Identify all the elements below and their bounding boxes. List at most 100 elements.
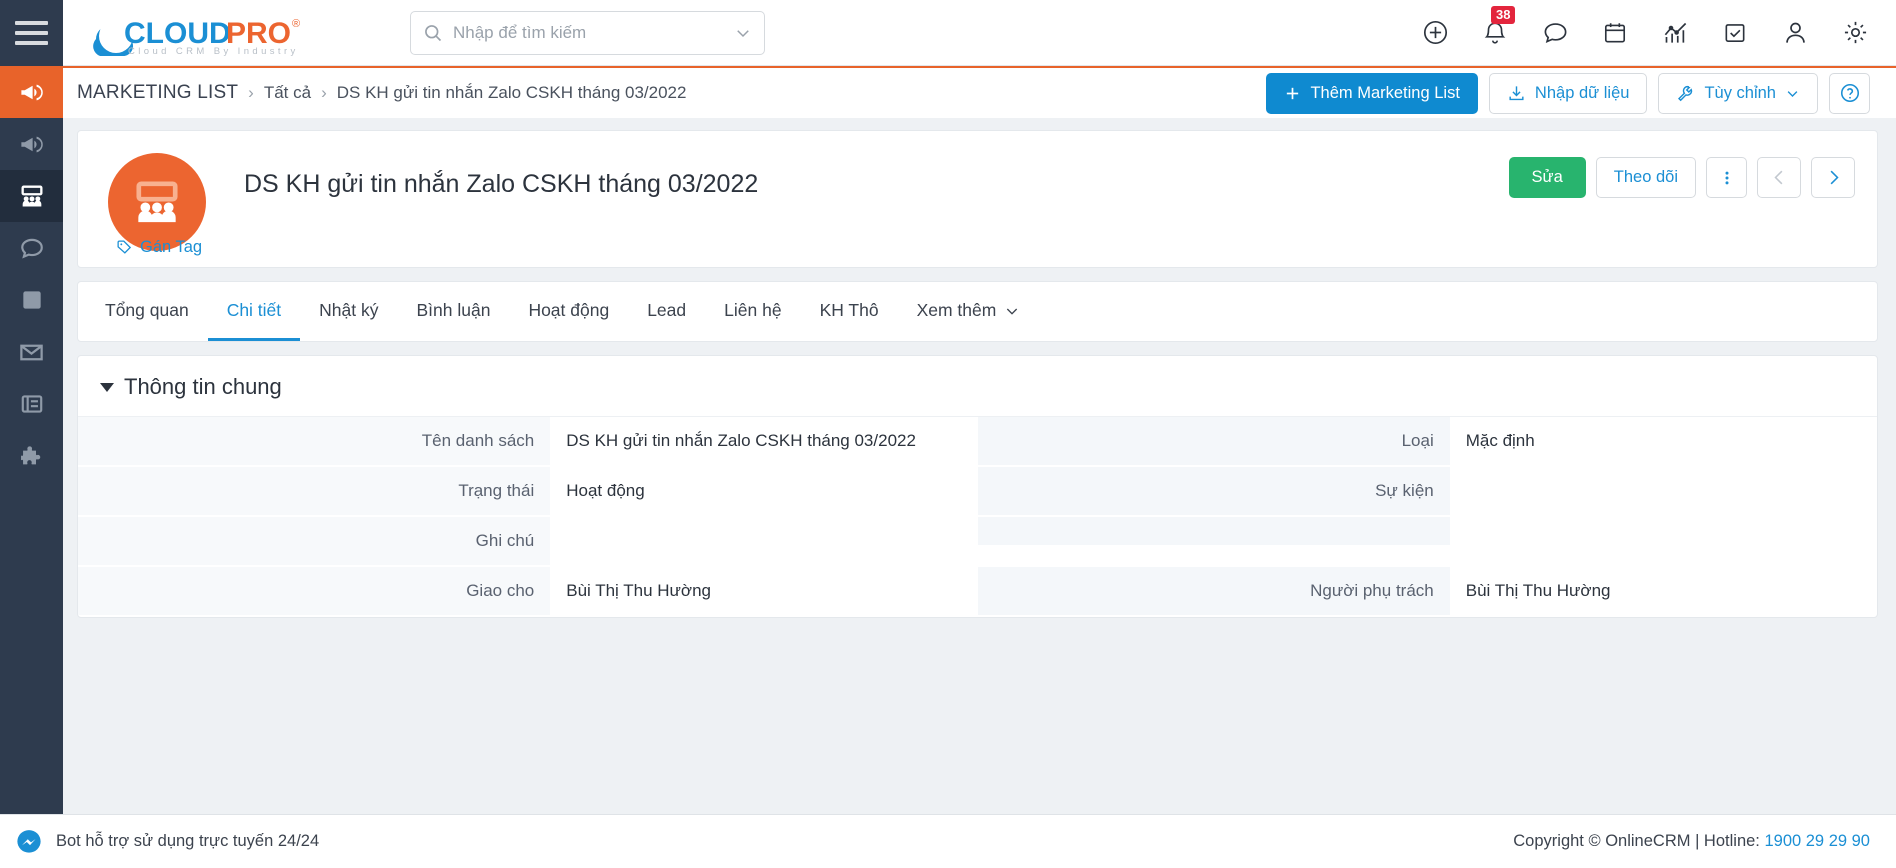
rail-item-page[interactable] <box>0 274 63 326</box>
field-label: Loại <box>977 417 1450 465</box>
field-row: Sự kiện <box>977 467 1878 517</box>
body-row: MARKETING LIST › Tất cả › DS KH gửi tin … <box>0 66 1896 814</box>
field-value <box>550 517 977 545</box>
tab-label: Bình luận <box>416 300 491 320</box>
rail-item-email[interactable] <box>0 326 63 378</box>
help-button[interactable] <box>1829 72 1870 114</box>
hotline-link[interactable]: 1900 29 29 90 <box>1764 832 1870 850</box>
section-title: Thông tin chung <box>124 374 282 399</box>
search-box[interactable] <box>410 10 765 55</box>
edit-button[interactable]: Sửa <box>1508 157 1586 198</box>
field-value: Bùi Thị Thu Hường <box>566 581 711 600</box>
chart-icon[interactable] <box>1660 18 1690 48</box>
field-row: Giao cho Bùi Thị Thu Hường <box>78 567 978 617</box>
field-value: Bùi Thị Thu Hường <box>1465 581 1611 600</box>
rail-item-form[interactable] <box>0 378 63 430</box>
chevron-right-icon <box>1830 170 1839 185</box>
chat-bubble-icon <box>20 238 43 259</box>
tab-label: Liên hệ <box>724 300 782 320</box>
add-circle-icon[interactable] <box>1420 18 1450 48</box>
previous-record-button[interactable] <box>1757 157 1801 198</box>
breadcrumb-module[interactable]: MARKETING LIST <box>77 82 238 104</box>
chevron-down-icon[interactable] <box>734 24 752 42</box>
calendar-icon[interactable] <box>1600 18 1630 48</box>
section-header[interactable]: Thông tin chung <box>78 374 1877 416</box>
rail-item-chat[interactable] <box>0 222 63 274</box>
rail-item-marketing-list[interactable] <box>0 170 63 222</box>
tab-lead[interactable]: Lead <box>628 282 705 341</box>
tab-label: Lead <box>647 300 687 320</box>
tab-label: Nhật ký <box>319 300 379 320</box>
svg-text:®: ® <box>292 18 300 30</box>
breadcrumb-separator-1: › <box>248 83 254 102</box>
field-row: Loại Mặc định <box>977 417 1878 467</box>
question-circle-icon <box>1840 83 1859 103</box>
tab-tong-quan[interactable]: Tổng quan <box>86 282 208 341</box>
tab-xem-them[interactable]: Xem thêm <box>898 282 1040 341</box>
more-vertical-icon <box>1725 171 1728 184</box>
tab-label: Hoạt động <box>528 300 610 320</box>
hamburger-menu-button[interactable] <box>0 0 63 66</box>
more-actions-button[interactable] <box>1706 157 1747 198</box>
left-rail <box>0 66 63 814</box>
gear-icon[interactable] <box>1840 18 1870 48</box>
app-root: CLOUD PRO ® Cloud CRM By Industry Nhập đ… <box>0 0 1896 868</box>
detail-section-card: Thông tin chung Tên danh sách DS KH gửi … <box>77 355 1878 618</box>
collapse-caret-icon[interactable] <box>100 382 114 392</box>
tab-label: KH Thô <box>819 300 879 320</box>
main-column: MARKETING LIST › Tất cả › DS KH gửi tin … <box>63 66 1896 814</box>
field-label <box>977 517 1450 545</box>
field-label: Giao cho <box>78 567 551 615</box>
field-label: Ghi chú <box>78 517 551 565</box>
next-record-button[interactable] <box>1811 157 1855 198</box>
top-bar-actions: 38 <box>1420 5 1896 48</box>
tab-lien-he[interactable]: Liên hệ <box>705 282 800 341</box>
assign-tag-label: Gán Tag <box>140 238 203 256</box>
field-grid: Tên danh sách DS KH gửi tin nhắn Zalo CS… <box>78 416 1877 617</box>
support-bot[interactable]: Bot hỗ trợ sử dụng trực tuyến 24/24 <box>14 827 319 857</box>
tag-icon <box>117 240 132 254</box>
field-row: Người phụ trách Bùi Thị Thu Hường <box>977 567 1878 617</box>
tab-hoat-dong[interactable]: Hoạt động <box>509 282 628 341</box>
rail-item-megaphone[interactable] <box>0 118 63 170</box>
chat-bubble-icon[interactable] <box>1540 18 1570 48</box>
assign-tag-button[interactable]: Gán Tag <box>116 238 202 257</box>
page-action-buttons: Thêm Marketing List Nhập dữ liệu Tùy chỉ… <box>1266 72 1870 114</box>
avatar <box>108 153 206 251</box>
tab-binh-luan[interactable]: Bình luận <box>397 282 509 341</box>
user-icon[interactable] <box>1780 18 1810 48</box>
notification-badge: 38 <box>1491 5 1516 24</box>
tab-label: Chi tiết <box>226 300 282 320</box>
brand-logo[interactable]: CLOUD PRO ® Cloud CRM By Industry <box>63 9 320 57</box>
rail-item-extension[interactable] <box>0 430 63 482</box>
follow-button[interactable]: Theo dõi <box>1595 157 1696 198</box>
people-group-icon <box>136 181 178 223</box>
megaphone-icon <box>21 136 43 152</box>
field-value <box>1450 467 1877 495</box>
tab-kh-tho[interactable]: KH Thô <box>801 282 898 341</box>
wrench-icon <box>1678 85 1693 101</box>
edit-button-label: Sửa <box>1531 168 1563 186</box>
check-square-icon[interactable] <box>1720 18 1750 48</box>
add-marketing-list-button[interactable]: Thêm Marketing List <box>1266 72 1478 114</box>
tab-label: Xem thêm <box>916 300 997 320</box>
bell-icon[interactable]: 38 <box>1480 5 1516 48</box>
customize-button[interactable]: Tùy chỉnh <box>1658 72 1818 114</box>
tab-chi-tiet[interactable]: Chi tiết <box>207 282 301 341</box>
people-group-icon <box>21 185 42 207</box>
tab-label: Tổng quan <box>105 300 189 320</box>
field-value: Hoạt động <box>566 481 645 500</box>
search-input[interactable] <box>453 22 724 43</box>
top-bar: CLOUD PRO ® Cloud CRM By Industry Nhập đ… <box>0 0 1896 66</box>
import-data-button[interactable]: Nhập dữ liệu <box>1488 72 1648 114</box>
field-label: Sự kiện <box>977 467 1450 515</box>
field-column-left: Tên danh sách DS KH gửi tin nhắn Zalo CS… <box>78 417 978 617</box>
page-icon <box>22 291 41 309</box>
rail-item-megaphone-orange[interactable] <box>0 66 63 118</box>
field-value <box>1450 517 1877 545</box>
breadcrumb-parent[interactable]: Tất cả <box>264 83 311 103</box>
tab-nhat-ky[interactable]: Nhật ký <box>300 282 397 341</box>
content-scroll-area[interactable]: DS KH gửi tin nhắn Zalo CSKH tháng 03/20… <box>63 118 1896 814</box>
messenger-icon <box>17 829 41 853</box>
field-label: Tên danh sách <box>78 417 551 465</box>
